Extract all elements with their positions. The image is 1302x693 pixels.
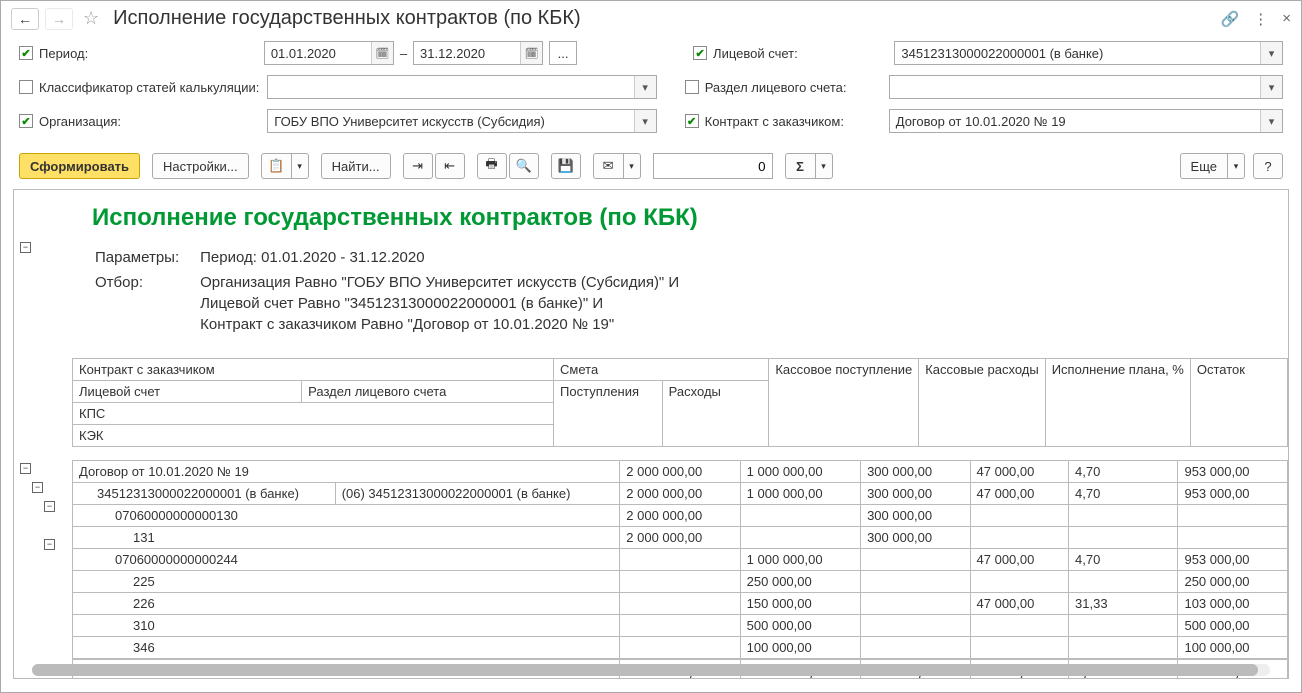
nav-forward-button[interactable]: → bbox=[45, 8, 73, 30]
col-cash-recv: Кассовое поступление bbox=[769, 359, 919, 447]
account-input[interactable]: 34512313000022000001 (в банке) ▾ bbox=[894, 41, 1283, 65]
page-title: Исполнение государственных контрактов (п… bbox=[113, 7, 581, 30]
email-button[interactable]: ✉ bbox=[593, 153, 623, 179]
tree-collapse-box[interactable]: − bbox=[44, 501, 55, 512]
more-button[interactable]: Еще bbox=[1180, 153, 1227, 179]
sum-value-input[interactable] bbox=[653, 153, 773, 179]
table-row[interactable]: 070600000000001302 000 000,00 300 000,00 bbox=[73, 505, 1288, 527]
contract-input[interactable]: Договор от 10.01.2020 № 19 ▾ bbox=[889, 109, 1283, 133]
help-button[interactable]: ? bbox=[1253, 153, 1283, 179]
col-kek: КЭК bbox=[73, 425, 554, 447]
account-checkbox[interactable]: ✔ bbox=[693, 46, 707, 60]
period-checkbox[interactable]: ✔ bbox=[19, 46, 33, 60]
table-row[interactable]: 07060000000000244 1 000 000,00 47 000,00… bbox=[73, 549, 1288, 571]
report-table: Контракт с заказчиком Смета Кассовое пос… bbox=[72, 358, 1288, 447]
sigma-dropdown[interactable]: ▾ bbox=[815, 153, 833, 179]
col-balance: Остаток bbox=[1190, 359, 1287, 447]
print-button[interactable]: 🖶 bbox=[477, 153, 507, 179]
section-label: Раздел лицевого счета: bbox=[705, 80, 847, 95]
close-icon[interactable]: × bbox=[1282, 10, 1291, 27]
tree-collapse-box[interactable]: − bbox=[32, 482, 43, 493]
col-recv: Поступления bbox=[554, 381, 663, 447]
tree-collapse-box[interactable]: − bbox=[20, 242, 31, 253]
nav-back-button[interactable]: ← bbox=[11, 8, 39, 30]
tree-collapse-box[interactable]: − bbox=[44, 539, 55, 550]
expand-groups-button[interactable]: ⇥ bbox=[403, 153, 433, 179]
account-label: Лицевой счет: bbox=[713, 46, 798, 61]
table-row[interactable]: 1312 000 000,00 300 000,00 bbox=[73, 527, 1288, 549]
report-params: Параметры: Период: 01.01.2020 - 31.12.20… bbox=[72, 244, 1288, 358]
calendar-icon[interactable]: 🗓 bbox=[520, 42, 542, 64]
classifier-label: Классификатор статей калькуляции: bbox=[39, 80, 259, 95]
org-checkbox[interactable]: ✔ bbox=[19, 114, 33, 128]
col-contract: Контракт с заказчиком bbox=[73, 359, 554, 381]
link-icon[interactable]: 🔗 bbox=[1221, 10, 1240, 28]
settings-button[interactable]: Настройки... bbox=[152, 153, 249, 179]
col-account: Лицевой счет bbox=[73, 381, 302, 403]
filters-panel: ✔ Период: 01.01.2020 🗓 – 31.12.2020 🗓 ..… bbox=[1, 37, 1301, 153]
contract-checkbox[interactable]: ✔ bbox=[685, 114, 699, 128]
find-button[interactable]: Найти... bbox=[321, 153, 391, 179]
col-exp: Расходы bbox=[662, 381, 769, 447]
h-scrollbar[interactable] bbox=[32, 664, 1270, 676]
section-checkbox[interactable] bbox=[685, 80, 699, 94]
org-input[interactable]: ГОБУ ВПО Университет искусств (Субсидия)… bbox=[267, 109, 656, 133]
col-section: Раздел лицевого счета bbox=[302, 381, 554, 403]
tree-collapse-box[interactable]: − bbox=[20, 463, 31, 474]
favorite-star-icon[interactable]: ☆ bbox=[83, 8, 99, 29]
table-row[interactable]: 226 150 000,00 47 000,00 31,33 103 000,0… bbox=[73, 593, 1288, 615]
dropdown-icon[interactable]: ▾ bbox=[1260, 76, 1282, 98]
menu-dots-icon[interactable]: ⋮ bbox=[1253, 10, 1268, 28]
col-kps: КПС bbox=[73, 403, 554, 425]
sigma-button[interactable]: Σ bbox=[785, 153, 815, 179]
dropdown-icon[interactable]: ▾ bbox=[1260, 110, 1282, 132]
dropdown-icon[interactable]: ▾ bbox=[1260, 42, 1282, 64]
classifier-input[interactable]: ▾ bbox=[267, 75, 656, 99]
table-row[interactable]: 310 500 000,00 500 000,00 bbox=[73, 615, 1288, 637]
col-cash-exp: Кассовые расходы bbox=[919, 359, 1045, 447]
org-label: Организация: bbox=[39, 114, 121, 129]
titlebar: ← → ☆ Исполнение государственных контрак… bbox=[1, 1, 1301, 37]
col-estimate: Смета bbox=[554, 359, 769, 381]
report-area[interactable]: − Исполнение государственных контрактов … bbox=[13, 189, 1289, 679]
contract-label: Контракт с заказчиком: bbox=[705, 114, 844, 129]
h-scrollbar-thumb[interactable] bbox=[32, 664, 1258, 676]
table-row[interactable]: 346 100 000,00 100 000,00 bbox=[73, 637, 1288, 659]
save-button[interactable]: 💾 bbox=[551, 153, 581, 179]
dropdown-icon[interactable]: ▾ bbox=[634, 76, 656, 98]
calendar-icon[interactable]: 🗓 bbox=[371, 42, 393, 64]
email-dropdown[interactable]: ▾ bbox=[623, 153, 641, 179]
table-row[interactable]: Договор от 10.01.2020 № 192 000 000,00 1… bbox=[73, 461, 1288, 483]
more-dropdown[interactable]: ▾ bbox=[1227, 153, 1245, 179]
report-data-rows: Договор от 10.01.2020 № 192 000 000,00 1… bbox=[72, 460, 1288, 659]
period-label: Период: bbox=[39, 46, 88, 61]
table-row[interactable]: 225 250 000,00 250 000,00 bbox=[73, 571, 1288, 593]
period-select-button[interactable]: ... bbox=[549, 41, 577, 65]
report-title: Исполнение государственных контрактов (п… bbox=[72, 190, 1288, 244]
toolbar: Сформировать Настройки... 📋 ▾ Найти... ⇥… bbox=[1, 153, 1301, 189]
classifier-checkbox[interactable] bbox=[19, 80, 33, 94]
col-pct: Исполнение плана, % bbox=[1045, 359, 1190, 447]
section-input[interactable]: ▾ bbox=[889, 75, 1283, 99]
table-row[interactable]: 34512313000022000001 (в банке)(06) 34512… bbox=[73, 483, 1288, 505]
paste-dropdown[interactable]: ▾ bbox=[291, 153, 309, 179]
period-from-input[interactable]: 01.01.2020 🗓 bbox=[264, 41, 394, 65]
preview-button[interactable]: 🔍 bbox=[509, 153, 539, 179]
period-to-input[interactable]: 31.12.2020 🗓 bbox=[413, 41, 543, 65]
paste-button[interactable]: 📋 bbox=[261, 153, 291, 179]
collapse-groups-button[interactable]: ⇤ bbox=[435, 153, 465, 179]
range-separator: – bbox=[400, 46, 407, 61]
dropdown-icon[interactable]: ▾ bbox=[634, 110, 656, 132]
generate-button[interactable]: Сформировать bbox=[19, 153, 140, 179]
